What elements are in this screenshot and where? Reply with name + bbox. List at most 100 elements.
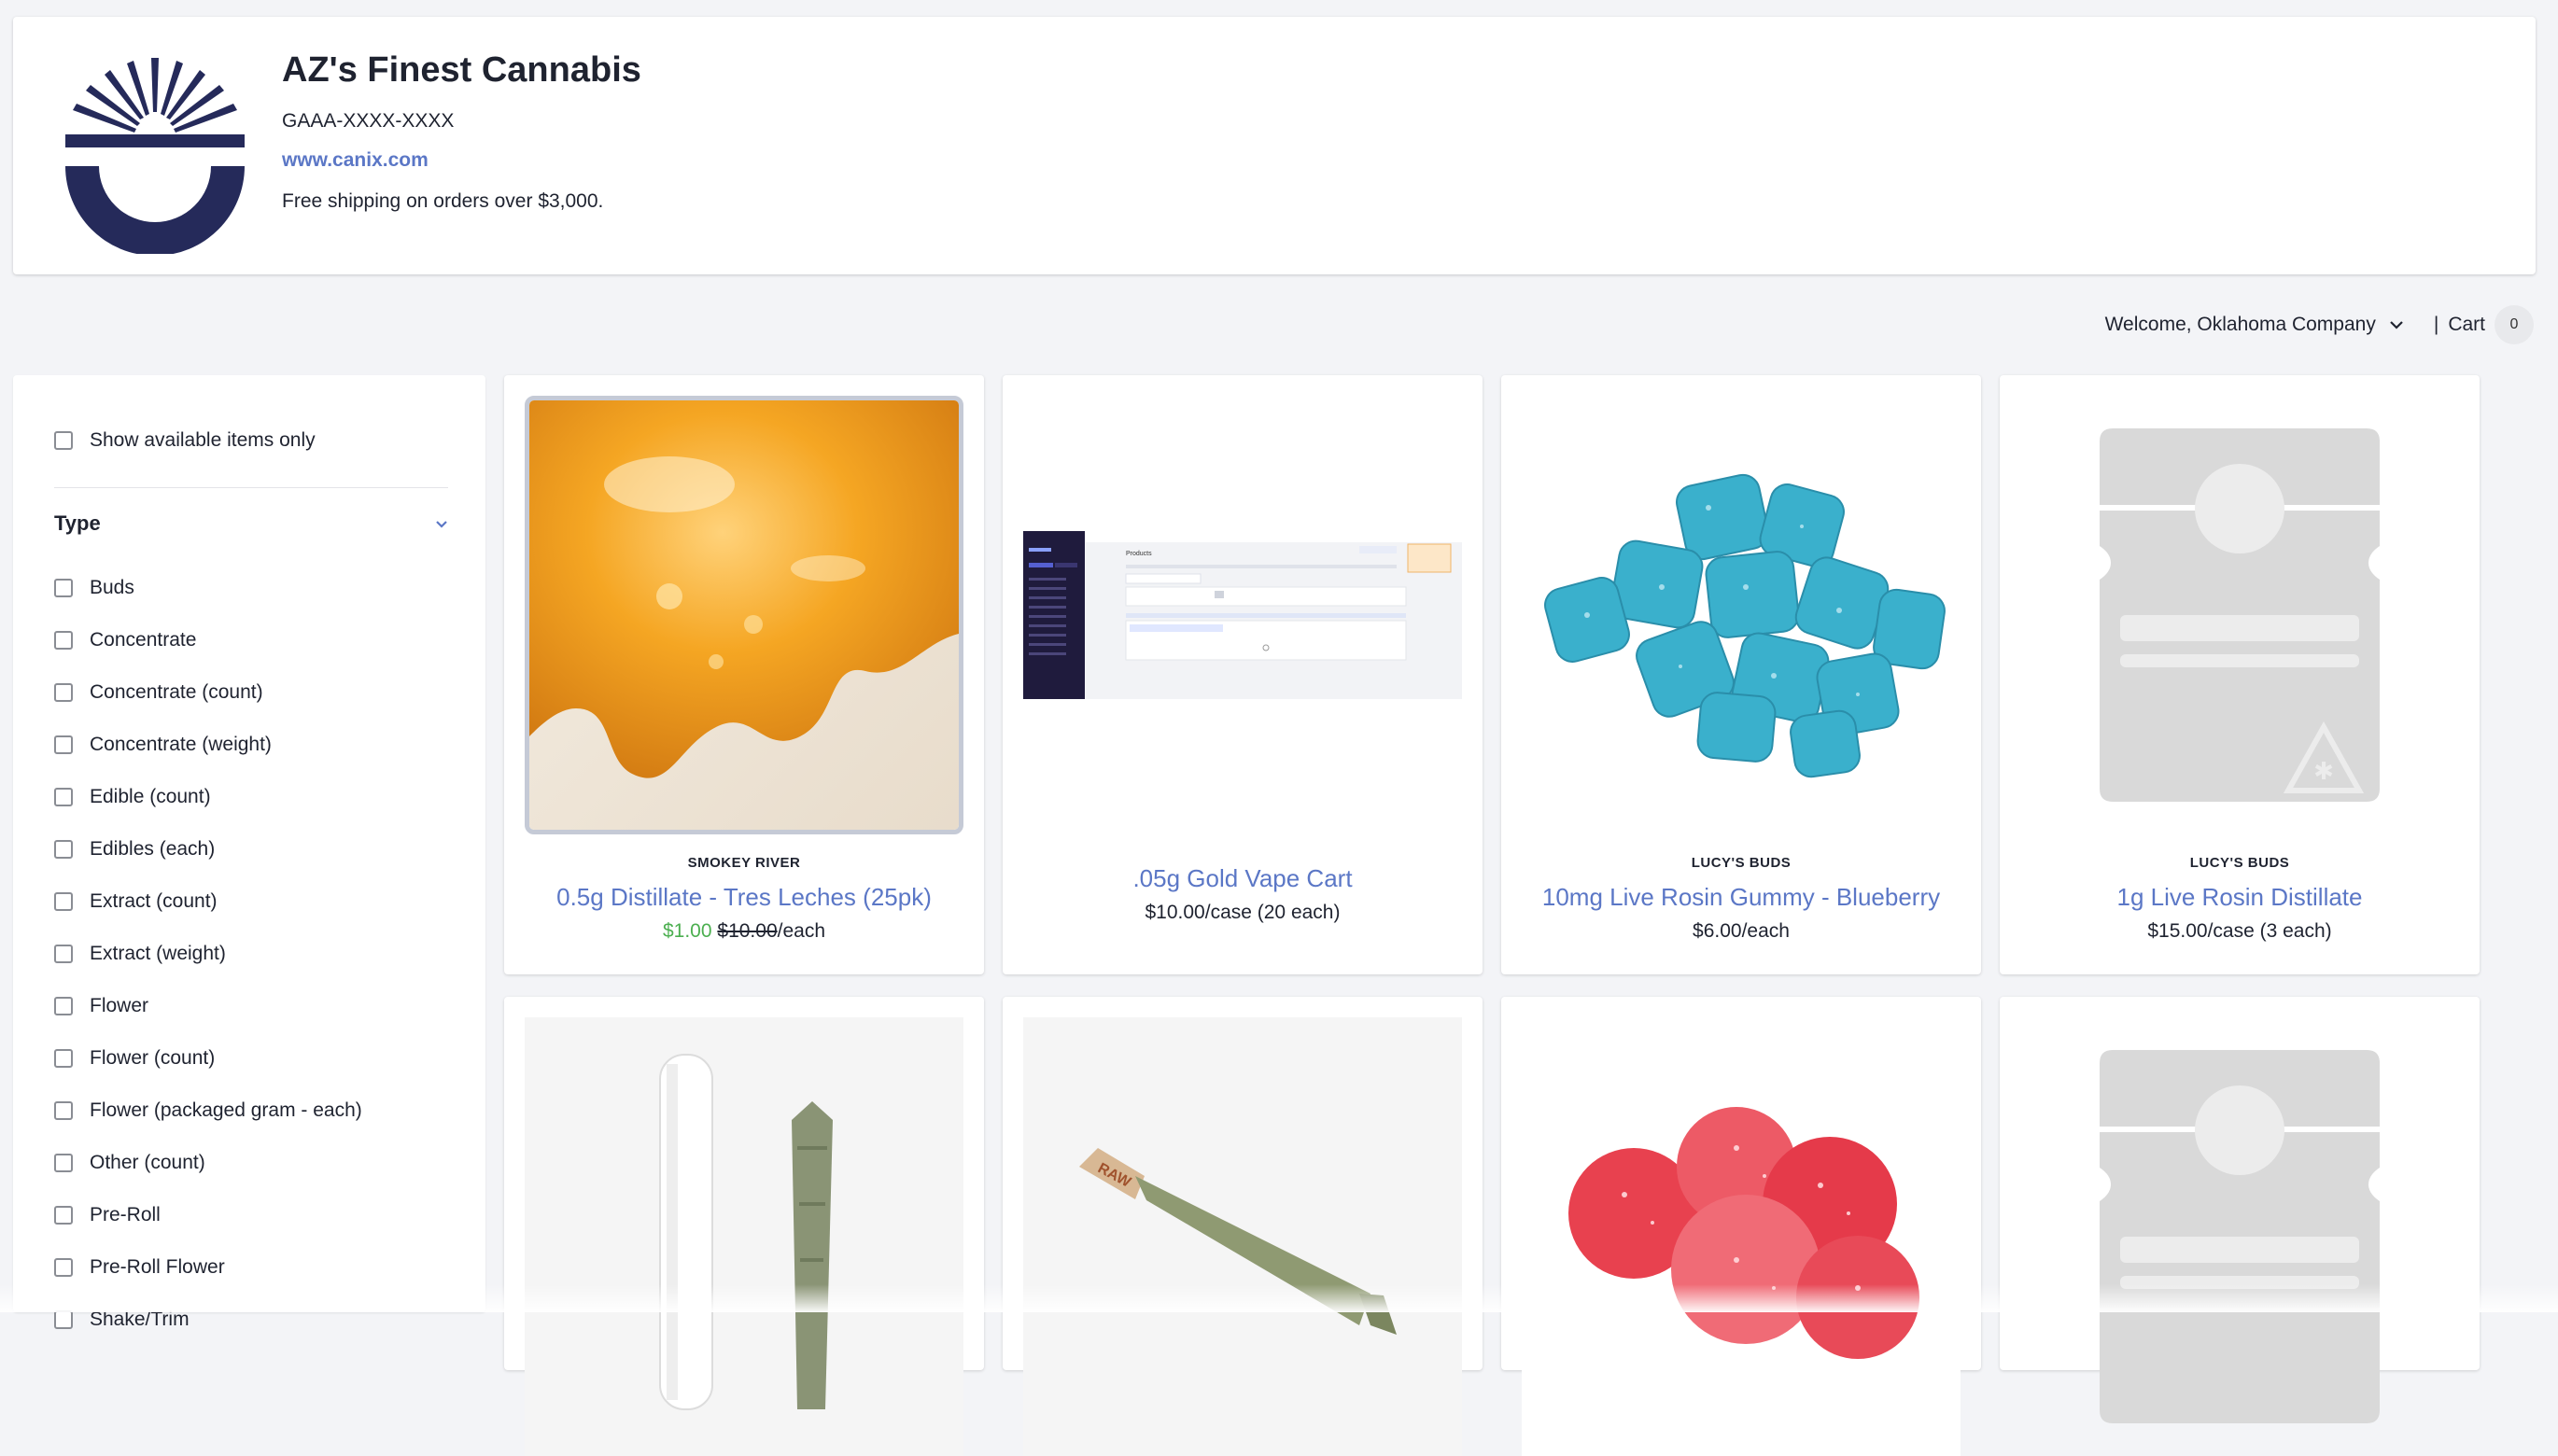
shipping-note: Free shipping on orders over $3,000. <box>282 190 604 212</box>
type-filter-list: Buds Concentrate Concentrate (count) Con… <box>54 562 362 1346</box>
type-checkbox[interactable] <box>54 631 73 650</box>
type-filter-option[interactable]: Shake/Trim <box>54 1294 362 1346</box>
available-only-checkbox[interactable] <box>54 431 73 450</box>
product-image[interactable] <box>1522 396 1961 834</box>
available-only-filter[interactable]: Show available items only <box>54 429 316 452</box>
product-name-link[interactable]: .05g Gold Vape Cart <box>1003 864 1483 893</box>
price-unit: /each <box>777 920 825 942</box>
store-logo <box>65 58 245 254</box>
product-image[interactable] <box>1522 1017 1961 1456</box>
type-filter-option[interactable]: Buds <box>54 562 362 614</box>
divider <box>54 487 448 488</box>
product-card[interactable]: Products .05g Gold Vape Cart $10.00/case… <box>1003 375 1483 974</box>
type-checkbox[interactable] <box>54 683 73 702</box>
type-filter-option[interactable]: Concentrate (count) <box>54 666 362 719</box>
product-image[interactable]: ✱ <box>2020 396 2459 834</box>
product-image[interactable]: RAW <box>1023 1017 1462 1456</box>
product-price: $1.00 $10.00/each <box>504 920 984 943</box>
product-name-link[interactable]: 1g Live Rosin Distillate <box>2000 883 2480 912</box>
product-card[interactable]: LUCY'S BUDS 10mg Live Rosin Gummy - Blue… <box>1501 375 1981 974</box>
product-image[interactable] <box>2020 1017 2459 1456</box>
product-card[interactable] <box>1501 997 1981 1456</box>
type-checkbox[interactable] <box>54 840 73 859</box>
type-checkbox[interactable] <box>54 735 73 754</box>
red-gummy-image <box>1522 1017 1961 1456</box>
store-header: AZ's Finest Cannabis GAAA-XXXX-XXXX www.… <box>13 17 2536 274</box>
type-checkbox[interactable] <box>54 788 73 806</box>
type-filter-header[interactable]: Type <box>54 511 448 536</box>
product-card[interactable]: ✱ LUCY'S BUDS 1g Live Rosin Distillate $… <box>2000 375 2480 974</box>
type-option-label: Flower (count) <box>90 1047 216 1069</box>
type-option-label: Flower <box>90 995 149 1016</box>
pre-roll-tubes-image <box>525 1017 963 1456</box>
available-only-label: Show available items only <box>90 429 316 451</box>
product-name-link[interactable]: 10mg Live Rosin Gummy - Blueberry <box>1501 883 1981 912</box>
type-checkbox[interactable] <box>54 1206 73 1225</box>
type-filter-option[interactable]: Edibles (each) <box>54 823 362 875</box>
original-price: $10.00 <box>717 920 778 942</box>
cart-link[interactable]: Cart <box>2448 314 2485 336</box>
product-card[interactable]: SMOKEY RIVER 0.5g Distillate - Tres Lech… <box>504 375 984 974</box>
account-menu[interactable]: Welcome, Oklahoma Company <box>2105 314 2404 336</box>
product-card[interactable] <box>2000 997 2480 1423</box>
product-image[interactable]: Products <box>1023 396 1462 834</box>
type-checkbox[interactable] <box>54 1154 73 1172</box>
type-filter-option[interactable]: Extract (weight) <box>54 928 362 980</box>
type-option-label: Edibles (each) <box>90 838 216 860</box>
chevron-down-icon <box>2390 321 2403 329</box>
distillate-image <box>529 400 959 830</box>
type-option-label: Extract (count) <box>90 890 218 912</box>
type-filter-option[interactable]: Pre-Roll <box>54 1189 362 1241</box>
sale-price: $1.00 <box>662 920 712 942</box>
type-option-label: Buds <box>90 577 134 598</box>
type-option-label: Concentrate (count) <box>90 681 263 703</box>
filter-sidebar: Show available items only Type Buds Conc… <box>13 375 485 1330</box>
product-card[interactable]: RAW <box>1003 997 1483 1456</box>
svg-text:✱: ✱ <box>2313 758 2334 786</box>
product-brand: LUCY'S BUDS <box>2189 855 2290 871</box>
product-card[interactable] <box>504 997 984 1456</box>
type-checkbox[interactable] <box>54 997 73 1015</box>
product-placeholder-image: ✱ <box>2100 428 2380 802</box>
type-filter-option[interactable]: Flower <box>54 980 362 1032</box>
type-filter-option[interactable]: Edible (count) <box>54 771 362 823</box>
product-price: $15.00/case (3 each) <box>2147 920 2332 942</box>
user-bar: Welcome, Oklahoma Company | Cart 0 <box>2105 305 2534 344</box>
type-checkbox[interactable] <box>54 1310 73 1329</box>
type-option-label: Edible (count) <box>90 786 211 807</box>
license-number: GAAA-XXXX-XXXX <box>282 110 455 132</box>
website-link[interactable]: www.canix.com <box>282 149 429 172</box>
type-filter-option[interactable]: Concentrate <box>54 614 362 666</box>
product-image[interactable] <box>525 1017 963 1456</box>
product-brand: LUCY'S BUDS <box>1691 855 1792 871</box>
type-option-label: Concentrate <box>90 629 197 651</box>
product-price: $6.00/each <box>1693 920 1790 942</box>
type-checkbox[interactable] <box>54 945 73 963</box>
type-checkbox[interactable] <box>54 892 73 911</box>
chevron-down-icon <box>436 520 447 528</box>
type-checkbox[interactable] <box>54 1101 73 1120</box>
product-image[interactable] <box>525 396 963 834</box>
welcome-text: Welcome, Oklahoma Company <box>2104 314 2376 335</box>
cart-count-badge[interactable]: 0 <box>2495 305 2534 344</box>
product-brand: SMOKEY RIVER <box>687 855 801 871</box>
type-option-label: Extract (weight) <box>90 943 226 964</box>
gummy-image <box>1522 396 1961 834</box>
type-checkbox[interactable] <box>54 579 73 597</box>
product-price: $10.00/case (20 each) <box>1145 902 1341 923</box>
type-checkbox[interactable] <box>54 1049 73 1068</box>
type-filter-option[interactable]: Concentrate (weight) <box>54 719 362 771</box>
type-filter-option[interactable]: Extract (count) <box>54 875 362 928</box>
product-placeholder-image <box>2100 1050 2380 1423</box>
type-filter-heading: Type <box>54 511 101 535</box>
type-filter-option[interactable]: Flower (count) <box>54 1032 362 1085</box>
type-filter-option[interactable]: Flower (packaged gram - each) <box>54 1085 362 1137</box>
pre-roll-cone-image: RAW <box>1023 1017 1462 1456</box>
type-filter-option[interactable]: Other (count) <box>54 1137 362 1189</box>
type-checkbox[interactable] <box>54 1258 73 1277</box>
product-name-link[interactable]: 0.5g Distillate - Tres Leches (25pk) <box>504 883 984 912</box>
type-filter-option[interactable]: Pre-Roll Flower <box>54 1241 362 1294</box>
store-name: AZ's Finest Cannabis <box>282 50 641 90</box>
type-option-label: Other (count) <box>90 1152 205 1173</box>
type-option-label: Flower (packaged gram - each) <box>90 1099 362 1121</box>
